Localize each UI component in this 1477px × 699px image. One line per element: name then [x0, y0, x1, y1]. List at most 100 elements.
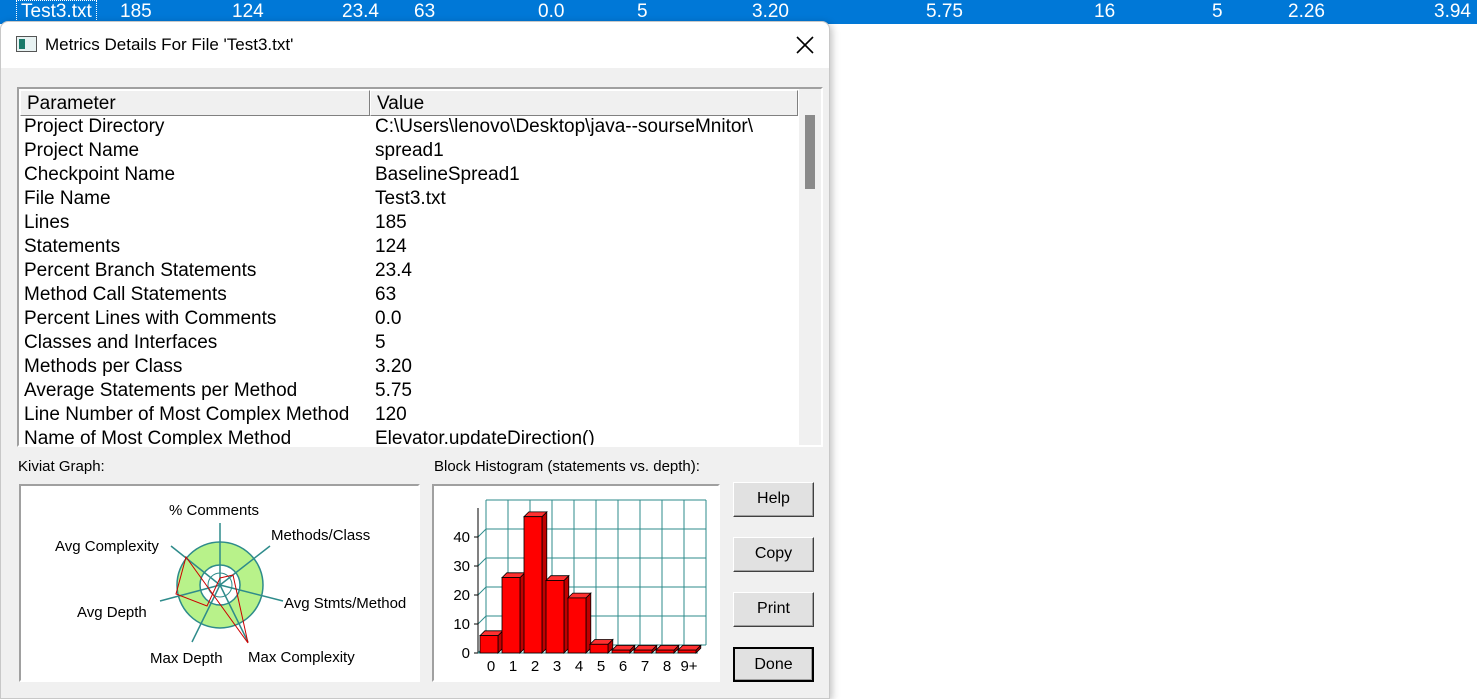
- value-cell: 3.20: [375, 356, 412, 377]
- y-tick-label: 40: [453, 529, 470, 546]
- kiviat-axis-label: Max Complexity: [248, 649, 355, 666]
- scrollbar-thumb[interactable]: [805, 115, 815, 189]
- list-header: Parameter Value: [20, 90, 798, 116]
- value-cell: C:\Users\lenovo\Desktop\java--sourseMnit…: [375, 116, 754, 137]
- value-cell: 124: [375, 236, 407, 257]
- block-histogram: 0 10 20 30 40 0 1 2 3 4 5 6 7 8 9+: [432, 484, 720, 682]
- parameter-cell: Statements: [24, 236, 121, 257]
- y-tick-label: 0: [462, 645, 470, 662]
- grid-line: [477, 557, 487, 567]
- list-row[interactable]: Checkpoint Name BaselineSpread1: [19, 164, 799, 188]
- parameter-cell: Average Statements per Method: [24, 380, 298, 401]
- close-button[interactable]: [787, 30, 823, 60]
- parameter-cell: Checkpoint Name: [24, 164, 176, 185]
- kiviat-axis-label: Max Depth: [150, 650, 223, 667]
- list-body: Project Directory C:\Users\lenovo\Desktop…: [19, 116, 799, 447]
- value-cell: BaselineSpread1: [375, 164, 520, 185]
- histogram-bar: [545, 580, 565, 654]
- x-tick-label: 4: [575, 658, 583, 675]
- parameter-cell: Line Number of Most Complex Method: [24, 404, 350, 425]
- histogram-bar: [633, 649, 653, 654]
- app-window-icon: [16, 36, 37, 52]
- column-header-parameter[interactable]: Parameter: [20, 90, 370, 116]
- copy-button[interactable]: Copy: [733, 537, 814, 572]
- x-tick-label: 3: [553, 658, 561, 675]
- row-cell: 5.75: [926, 1, 963, 22]
- parameter-cell: Percent Lines with Comments: [24, 308, 277, 329]
- x-tick-label: 9+: [680, 658, 697, 675]
- x-tick-label: 8: [663, 658, 671, 675]
- x-tick-label: 6: [619, 658, 627, 675]
- y-tick-label: 20: [453, 587, 470, 604]
- list-row[interactable]: Project Name spread1: [19, 140, 799, 164]
- value-cell: 0.0: [375, 308, 402, 329]
- kiviat-axis-label: % Comments: [169, 502, 259, 519]
- grid-line: [477, 528, 487, 538]
- dialog-title: Metrics Details For File 'Test3.txt': [45, 35, 294, 54]
- parameter-cell: Name of Most Complex Method: [24, 428, 292, 447]
- help-button[interactable]: Help: [733, 482, 814, 517]
- row-cell: 5: [1212, 1, 1223, 22]
- row-cell: 23.4: [342, 1, 379, 22]
- parameter-cell: Percent Branch Statements: [24, 260, 257, 281]
- row-cell: 185: [120, 1, 152, 22]
- x-tick-label: 5: [597, 658, 605, 675]
- list-row[interactable]: File Name Test3.txt: [19, 188, 799, 212]
- histogram-bar: [589, 643, 609, 654]
- row-cell: 0.0: [538, 1, 565, 22]
- metrics-list[interactable]: Parameter Value Project Directory C:\User…: [17, 87, 823, 447]
- histogram-label: Block Histogram (statements vs. depth):: [434, 458, 700, 475]
- list-row[interactable]: Statements 124: [19, 236, 799, 260]
- parameter-cell: Project Directory: [24, 116, 165, 137]
- histogram-bar: [677, 649, 697, 654]
- grid-line: [477, 586, 487, 596]
- kiviat-svg: % Comments Methods/Class Avg Stmts/Metho…: [55, 502, 406, 667]
- histogram-bar: [655, 649, 675, 654]
- column-header-value[interactable]: Value: [370, 90, 798, 116]
- parameter-cell: Method Call Statements: [24, 284, 227, 305]
- histogram-bar: [479, 635, 499, 654]
- histogram-bar: [611, 649, 631, 654]
- x-tick-label: 1: [509, 658, 517, 675]
- list-row[interactable]: Average Statements per Method 5.75: [19, 380, 799, 404]
- histogram-bar: [567, 597, 587, 654]
- parameter-cell: Lines: [24, 212, 70, 233]
- parameter-cell: Methods per Class: [24, 356, 183, 377]
- list-row[interactable]: Name of Most Complex Method Elevator.upda…: [19, 428, 799, 447]
- done-button[interactable]: Done: [733, 647, 814, 682]
- value-cell: Test3.txt: [375, 188, 446, 209]
- list-row[interactable]: Percent Lines with Comments 0.0: [19, 308, 799, 332]
- y-tick-label: 10: [453, 616, 470, 633]
- print-button[interactable]: Print: [733, 592, 814, 627]
- list-row[interactable]: Classes and Interfaces 5: [19, 332, 799, 356]
- row-cell: 124: [232, 1, 264, 22]
- value-cell: spread1: [375, 140, 444, 161]
- value-cell: 23.4: [375, 260, 412, 281]
- list-row[interactable]: Methods per Class 3.20: [19, 356, 799, 380]
- row-cell: 63: [414, 1, 436, 22]
- kiviat-graph: % Comments Methods/Class Avg Stmts/Metho…: [19, 484, 420, 682]
- list-row[interactable]: Percent Branch Statements 23.4: [19, 260, 799, 284]
- row-cell: 3.94: [1434, 1, 1471, 22]
- list-row[interactable]: Lines 185: [19, 212, 799, 236]
- value-cell: 5.75: [375, 380, 412, 401]
- kiviat-axis-label: Avg Complexity: [55, 538, 159, 555]
- value-cell: 120: [375, 404, 407, 425]
- title-bar[interactable]: Metrics Details For File 'Test3.txt': [1, 22, 829, 68]
- row-cell: 16: [1094, 1, 1116, 22]
- value-cell: 5: [375, 332, 386, 353]
- row-cell: 2.26: [1288, 1, 1325, 22]
- list-row[interactable]: Project Directory C:\Users\lenovo\Desktop…: [19, 116, 799, 140]
- value-cell: 63: [375, 284, 397, 305]
- parameter-cell: Project Name: [24, 140, 140, 161]
- vertical-scrollbar[interactable]: [799, 89, 821, 445]
- x-tick-label: 0: [487, 658, 495, 675]
- parameter-cell: Classes and Interfaces: [24, 332, 218, 353]
- value-cell: Elevator.updateDirection(): [375, 428, 595, 447]
- kiviat-axis-label: Avg Stmts/Method: [284, 595, 406, 612]
- list-row[interactable]: Line Number of Most Complex Method 120: [19, 404, 799, 428]
- parameter-cell: File Name: [24, 188, 111, 209]
- histogram-bar: [501, 577, 521, 654]
- grid-line: [477, 615, 487, 625]
- list-row[interactable]: Method Call Statements 63: [19, 284, 799, 308]
